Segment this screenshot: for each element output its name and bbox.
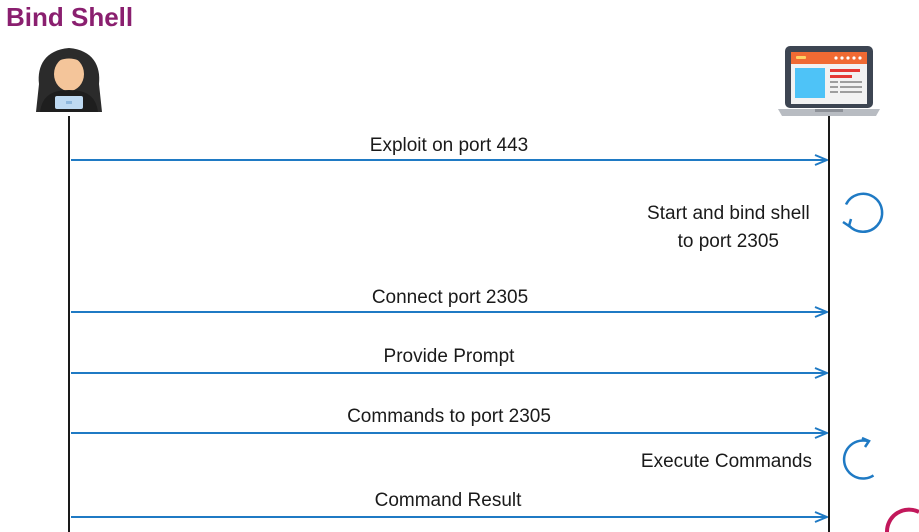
sequence-diagram: Exploit on port 443 Connect port 2305 Pr…	[36, 46, 919, 532]
self-action-label: Execute Commands	[641, 451, 812, 472]
self-action-bind-shell: Start and bind shell to port 2305	[647, 192, 884, 252]
corner-accent-shape	[884, 507, 919, 532]
message-label: Connect port 2305	[372, 287, 528, 308]
message-label: Provide Prompt	[384, 346, 516, 367]
message-command-result: Command Result	[71, 490, 827, 517]
bind-shell-diagram: Bind Shell Exploit on port 443 Connect p…	[0, 0, 919, 532]
loop-icon	[842, 436, 875, 480]
laptop-icon	[778, 46, 880, 116]
message-label: Commands to port 2305	[347, 406, 551, 427]
message-provide-prompt: Provide Prompt	[71, 346, 827, 373]
message-label: Exploit on port 443	[370, 135, 528, 156]
message-commands: Commands to port 2305	[71, 406, 827, 433]
message-label: Command Result	[375, 490, 522, 511]
hacker-icon	[36, 48, 102, 112]
message-connect: Connect port 2305	[71, 287, 827, 312]
loop-icon	[842, 192, 884, 233]
self-action-execute: Execute Commands	[641, 436, 875, 480]
self-action-line: to port 2305	[678, 231, 779, 252]
message-exploit: Exploit on port 443	[71, 135, 827, 160]
self-action-line: Start and bind shell	[647, 203, 810, 224]
self-action-label: Start and bind shell to port 2305	[647, 203, 815, 252]
